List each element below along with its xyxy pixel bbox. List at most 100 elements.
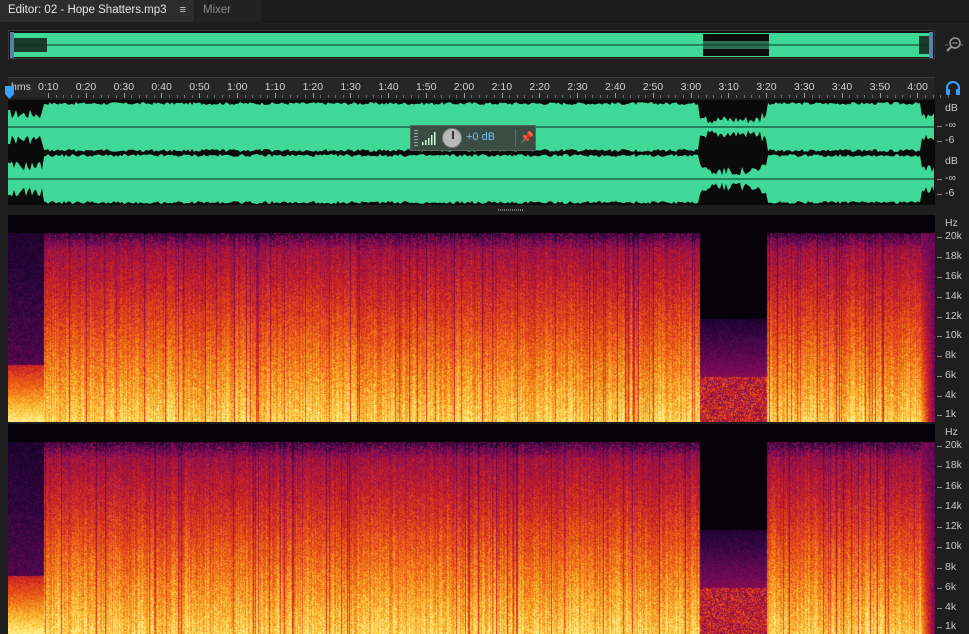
ruler-minor-tick [55, 95, 57, 98]
hz-label: 6k [945, 580, 957, 593]
tab-menu-icon[interactable]: ≡ [180, 0, 186, 20]
ruler-minor-tick [811, 95, 813, 98]
ruler-minor-tick [282, 95, 284, 98]
ruler-minor-tick [924, 95, 926, 98]
ruler-tick-label: 0:20 [75, 81, 97, 93]
ruler-minor-tick [887, 95, 889, 98]
hz-label: 20k [945, 439, 962, 451]
ruler-minor-tick [305, 95, 307, 98]
zoom-icon[interactable] [945, 36, 963, 54]
ruler-minor-tick [494, 95, 496, 98]
ruler-minor-tick [758, 95, 760, 98]
overview-handle-right[interactable] [929, 32, 933, 58]
ruler-minor-tick [63, 95, 65, 98]
ruler-minor-tick [441, 95, 443, 98]
ruler-minor-tick [206, 95, 208, 98]
overview-handle-left[interactable] [10, 32, 14, 58]
ruler-minor-tick [297, 95, 299, 98]
gain-hud[interactable]: +0 dB 📌 [410, 125, 536, 151]
ruler-minor-tick [788, 95, 790, 98]
hz-label: 18k [945, 249, 962, 262]
ruler-tick [577, 93, 579, 98]
pin-icon[interactable]: 📌 [520, 131, 534, 145]
ruler-minor-tick [796, 95, 798, 98]
ruler-tick-label: 3:10 [718, 81, 739, 93]
ruler-tick-label: 1:00 [227, 81, 248, 93]
hz-unit-label: Hz [945, 426, 958, 438]
ruler-minor-tick [395, 95, 397, 98]
ruler-tick [274, 93, 276, 98]
ruler-minor-tick [645, 95, 647, 98]
ruler-minor-tick [146, 95, 148, 98]
hz-label: 4k [945, 601, 957, 613]
ruler-tick-label: 2:40 [605, 81, 626, 93]
ruler-minor-tick [826, 95, 828, 98]
waveform-channel-right[interactable] [8, 154, 935, 204]
ruler-minor-tick [478, 95, 480, 98]
ruler-tick [463, 93, 465, 98]
hz-label: 20k [945, 230, 962, 242]
gain-value[interactable]: +0 dB [466, 131, 495, 143]
level-bars-icon [422, 132, 436, 145]
playhead-marker-icon[interactable] [4, 86, 15, 100]
ruler-minor-tick [773, 95, 775, 98]
ruler-minor-tick [902, 95, 904, 98]
ruler-minor-tick [327, 95, 329, 98]
hz-label: 8k [945, 560, 957, 573]
hz-label: 14k [945, 499, 962, 512]
spectral-display-left[interactable] [8, 215, 935, 422]
db-unit-label: dB [945, 155, 958, 167]
overview-navigator[interactable] [8, 30, 935, 59]
ruler-minor-tick [342, 95, 344, 98]
spectral-scale-right: Hz 20k 18k 16k 14k 12k 10k 8k 6k 4k 1k [937, 424, 969, 634]
ruler-minor-tick [456, 95, 458, 98]
waveform-display[interactable] [8, 100, 935, 205]
hud-grip[interactable] [414, 130, 418, 146]
ruler-minor-tick [410, 95, 412, 98]
ruler-minor-tick [781, 95, 783, 98]
ruler-minor-tick [819, 95, 821, 98]
ruler-minor-tick [380, 95, 382, 98]
tab-mixer[interactable]: Mixer [195, 0, 263, 22]
ruler-tick [879, 93, 881, 98]
db-label-minus-inf: -∞ [945, 119, 956, 131]
ruler-minor-tick [562, 95, 564, 98]
gain-knob[interactable] [442, 128, 462, 148]
ruler-minor-tick [244, 95, 246, 98]
ruler-minor-tick [373, 95, 375, 98]
ruler-minor-tick [516, 95, 518, 98]
ruler-tick [199, 93, 201, 98]
hz-label: 12k [945, 309, 962, 322]
ruler-tick [615, 93, 616, 98]
ruler-minor-tick [471, 95, 473, 98]
ruler-minor-tick [713, 95, 715, 98]
ruler-minor-tick [365, 95, 367, 98]
ruler-minor-tick [683, 95, 685, 98]
ruler-tick [652, 93, 654, 98]
ruler-tick-label: 0:10 [38, 81, 59, 93]
tab-editor[interactable]: Editor: 02 - Hope Shatters.mp3 ≡ [0, 0, 194, 22]
ruler-minor-tick [894, 95, 896, 98]
ruler-minor-tick [214, 95, 216, 98]
panel-divider[interactable] [8, 205, 935, 215]
ruler-tick [539, 93, 541, 98]
spectral-display-right[interactable] [8, 424, 935, 634]
ruler-minor-tick [607, 95, 609, 98]
spectrogram-left [8, 215, 935, 422]
ruler-minor-tick [221, 95, 223, 98]
ruler-minor-tick [108, 95, 110, 98]
ruler-minor-tick [630, 95, 632, 98]
headphones-icon[interactable] [944, 80, 962, 96]
hz-label: 16k [945, 479, 962, 492]
ruler-minor-tick [864, 95, 866, 98]
hz-label: 14k [945, 289, 962, 302]
hz-label: 16k [945, 269, 962, 282]
ruler-minor-tick [191, 95, 193, 98]
ruler-tick [690, 93, 692, 98]
time-ruler[interactable]: hms 0:10 0:20 0:30 0:40 0:50 1:00 1:10 1:20 1:30… [8, 77, 949, 98]
ruler-tick-label: 2:20 [529, 81, 550, 93]
hz-label: 1k [945, 620, 957, 632]
ruler-minor-tick [660, 95, 662, 98]
ruler-minor-tick [675, 95, 677, 98]
db-label-minus-6: -6 [945, 187, 955, 199]
